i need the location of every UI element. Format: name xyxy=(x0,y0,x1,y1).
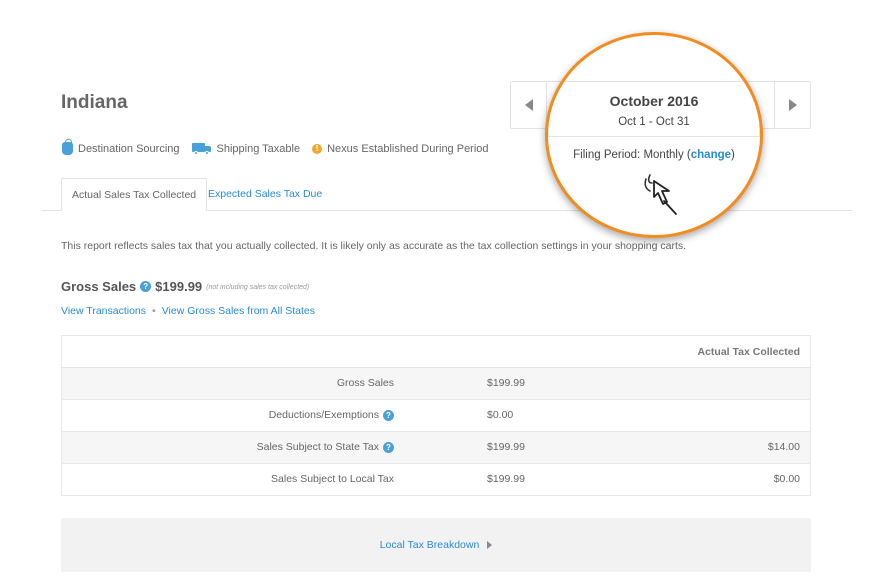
change-filing-period-link[interactable]: change xyxy=(691,149,731,161)
row-tax: $0.00 xyxy=(773,473,800,485)
truck-icon xyxy=(191,142,212,155)
row-tax: $14.00 xyxy=(767,441,800,453)
help-icon[interactable]: ? xyxy=(383,442,394,453)
view-transactions-link[interactable]: View Transactions xyxy=(61,305,146,317)
attribute-label: Nexus Established During Period xyxy=(327,142,489,155)
period-range: Oct 1 - Oct 31 xyxy=(618,116,690,128)
hand-cursor-icon xyxy=(644,174,677,215)
tab-actual-sales-tax[interactable]: Actual Sales Tax Collected xyxy=(61,178,208,211)
row-label: Sales Subject to Local Tax xyxy=(271,473,394,485)
gross-sales-note: (not including sales tax collected) xyxy=(206,284,310,291)
local-tax-breakdown-toggle[interactable]: Local Tax Breakdown xyxy=(61,518,811,572)
column-header-actual-tax: Actual Tax Collected xyxy=(697,346,801,358)
table-row: Sales Subject to State Tax? $199.99 $14.… xyxy=(61,432,811,464)
table-row: Deductions/Exemptions? $0.00 xyxy=(61,400,811,432)
row-value: $199.99 xyxy=(487,473,525,485)
page-title: Indiana xyxy=(61,92,128,113)
row-value: $199.99 xyxy=(487,441,525,453)
row-label: Sales Subject to State Tax xyxy=(256,441,379,453)
row-value: $199.99 xyxy=(487,377,525,389)
help-icon[interactable]: ? xyxy=(140,281,152,292)
next-period-button[interactable] xyxy=(774,82,810,128)
chevron-right-icon xyxy=(487,541,493,549)
tab-expected-sales-tax[interactable]: Expected Sales Tax Due xyxy=(198,178,332,211)
period-month: October 2016 xyxy=(609,93,699,109)
zoom-callout: October 2016 Oct 1 - Oct 31 Filing Perio… xyxy=(545,32,763,238)
report-description: This report reflects sales tax that you … xyxy=(61,240,687,252)
money-bag-icon xyxy=(62,139,73,155)
gross-sales-summary: Gross Sales ? $199.99 (not including sal… xyxy=(61,279,309,294)
filing-period: Filing Period: Monthly (change) xyxy=(573,149,735,161)
attribute-shipping-taxable: Shipping Taxable xyxy=(191,142,301,155)
attribute-nexus: ! Nexus Established During Period xyxy=(312,142,489,155)
tax-summary-table: Actual Tax Collected Gross Sales $199.99… xyxy=(61,335,811,496)
row-value: $0.00 xyxy=(487,409,514,421)
exclamation-icon: ! xyxy=(312,143,323,154)
gross-sales-label: Gross Sales xyxy=(61,279,137,294)
row-label: Gross Sales xyxy=(336,377,394,389)
gross-sales-amount: $199.99 xyxy=(155,279,203,294)
attribute-label: Destination Sourcing xyxy=(78,142,180,155)
gross-sales-links: View Transactions • View Gross Sales fro… xyxy=(61,305,315,317)
state-attributes: Destination Sourcing Shipping Taxable ! … xyxy=(62,139,501,155)
previous-period-button[interactable] xyxy=(511,82,547,128)
row-label: Deductions/Exemptions xyxy=(268,409,379,421)
attribute-destination-sourcing: Destination Sourcing xyxy=(62,139,180,155)
local-tax-breakdown-label[interactable]: Local Tax Breakdown xyxy=(380,539,480,551)
attribute-label: Shipping Taxable xyxy=(216,142,301,155)
help-icon[interactable]: ? xyxy=(383,410,394,421)
table-row: Gross Sales $199.99 xyxy=(61,368,811,400)
chevron-left-icon xyxy=(524,99,533,111)
table-row: Sales Subject to Local Tax $199.99 $0.00 xyxy=(61,464,811,496)
view-all-states-link[interactable]: View Gross Sales from All States xyxy=(162,305,315,317)
link-separator: • xyxy=(152,305,156,317)
chevron-right-icon xyxy=(788,99,797,111)
table-header: Actual Tax Collected xyxy=(61,335,811,368)
